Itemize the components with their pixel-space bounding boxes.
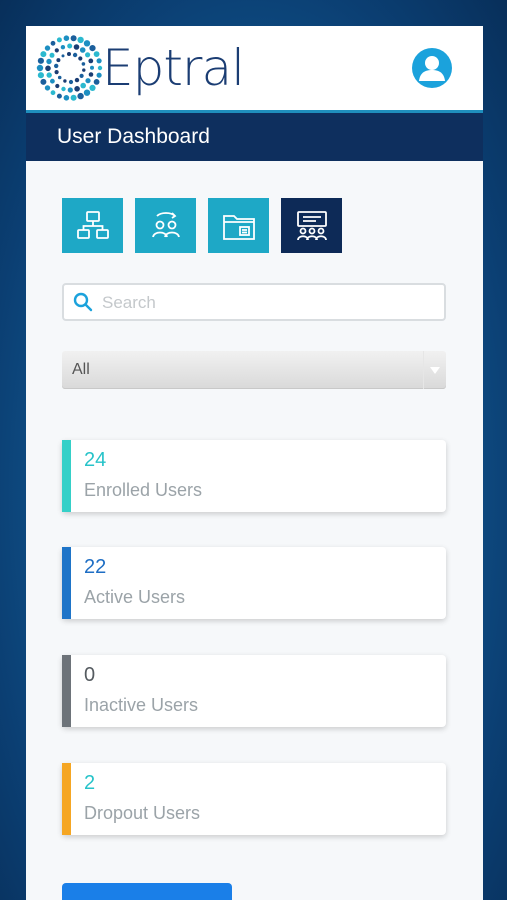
- search-box: [62, 283, 446, 321]
- stat-count: 0: [84, 664, 96, 686]
- stat-label: Active Users: [84, 587, 186, 607]
- logo-dot: [36, 64, 44, 72]
- logo-dot: [72, 52, 78, 58]
- logo-dot: [74, 86, 80, 92]
- chevron-down-icon: [430, 366, 440, 374]
- stat-card-enrolled[interactable]: 24 Enrolled Users: [62, 440, 446, 512]
- logo-dot: [88, 58, 94, 64]
- logo-dot: [61, 86, 66, 92]
- brand-name: Eptral: [102, 39, 245, 97]
- page-title: User Dashboard: [26, 113, 483, 161]
- logo-dot: [85, 78, 91, 84]
- logo-dot: [77, 92, 84, 100]
- nav-tile-user-dashboard[interactable]: [281, 198, 342, 253]
- logo-dot: [57, 75, 62, 80]
- stat-accent-bar: [62, 763, 71, 835]
- logo-dot: [54, 48, 59, 53]
- user-profile-button[interactable]: [412, 48, 452, 88]
- logo-dot: [89, 84, 96, 91]
- logo-dot: [68, 79, 74, 85]
- logo-dot: [67, 52, 71, 56]
- nav-tile-documents[interactable]: [208, 198, 269, 253]
- logo-dot: [44, 45, 51, 51]
- logo-dot: [50, 90, 56, 96]
- logo-dot: [61, 54, 65, 58]
- folder-icon: [222, 214, 255, 240]
- primary-action-button[interactable]: [62, 883, 232, 900]
- nav-tile-user-sync[interactable]: [135, 198, 196, 253]
- logo-dot: [89, 45, 96, 52]
- stat-label: Inactive Users: [84, 695, 199, 715]
- logo-dot: [73, 44, 80, 50]
- logo-dot: [37, 57, 44, 64]
- user-sync-icon: [151, 211, 180, 237]
- logo-dot: [63, 95, 70, 101]
- logo-dot: [40, 78, 47, 85]
- stat-count: 2: [84, 772, 96, 794]
- logo-dot: [67, 87, 73, 93]
- logo-dot: [93, 51, 100, 57]
- stat-label: Dropout Users: [84, 803, 201, 823]
- logo-dot: [37, 72, 44, 79]
- dropdown-arrow: [423, 351, 446, 389]
- logo-dot: [70, 35, 77, 42]
- logo-dot: [56, 93, 62, 99]
- logo-dot: [80, 82, 86, 89]
- nav-tiles: [62, 198, 342, 253]
- logo-dot: [79, 47, 86, 53]
- stat-label: Enrolled Users: [84, 480, 203, 500]
- logo-dot: [60, 45, 66, 50]
- logo-dot: [56, 58, 61, 63]
- stat-card-inactive[interactable]: 0 Inactive Users: [62, 655, 446, 727]
- logo-dot: [85, 52, 91, 58]
- stat-card-active[interactable]: 22 Active Users: [62, 547, 446, 619]
- logo-dot: [83, 40, 91, 47]
- logo-dot: [63, 35, 70, 41]
- logo-dot: [40, 51, 47, 58]
- logo-dot: [96, 58, 102, 64]
- logo-dot: [81, 62, 86, 66]
- brand-header: Eptral: [26, 26, 483, 113]
- logo-dot: [78, 56, 83, 61]
- logo-dot: [70, 94, 77, 101]
- user-avatar-icon: [419, 56, 445, 81]
- logo-dot: [45, 65, 51, 72]
- logo-dot: [74, 77, 80, 83]
- logo-dot: [49, 52, 55, 58]
- presentation-users-icon: [296, 210, 327, 240]
- logo-dot: [96, 72, 102, 78]
- stat-accent-bar: [62, 547, 71, 619]
- logo-dot: [44, 85, 51, 91]
- logo-dot: [54, 70, 59, 75]
- stat-count: 24: [84, 449, 107, 471]
- status-filter-select[interactable]: All: [62, 351, 446, 389]
- logo-dot: [88, 72, 94, 77]
- stat-card-dropout[interactable]: 2 Dropout Users: [62, 763, 446, 835]
- filter-selected-value: All: [72, 361, 90, 378]
- logo-dot: [83, 89, 91, 96]
- logo-dot: [90, 65, 94, 70]
- org-chart-icon: [76, 210, 109, 239]
- search-input[interactable]: [100, 285, 434, 321]
- logo-dot: [77, 36, 84, 44]
- logo-dot: [63, 79, 67, 83]
- app-panel: Eptral User Dashboard Search All 24 Enro…: [26, 26, 483, 900]
- logo-dot: [79, 73, 84, 78]
- stat-accent-bar: [62, 655, 71, 727]
- stat-count: 22: [84, 556, 107, 578]
- logo-dot: [46, 58, 52, 65]
- nav-tile-hierarchy[interactable]: [62, 198, 123, 253]
- stat-accent-bar: [62, 440, 71, 512]
- logo-dot: [93, 79, 100, 85]
- logo-dot: [50, 78, 55, 84]
- logo-dot: [46, 72, 52, 78]
- eptral-logo: [36, 35, 103, 101]
- logo-dot: [54, 63, 59, 69]
- logo-dot: [50, 40, 56, 46]
- logo-dot: [82, 68, 86, 72]
- search-icon: [73, 292, 93, 312]
- logo-dot: [55, 83, 60, 89]
- logo-dot: [56, 37, 62, 43]
- logo-dot: [67, 43, 73, 49]
